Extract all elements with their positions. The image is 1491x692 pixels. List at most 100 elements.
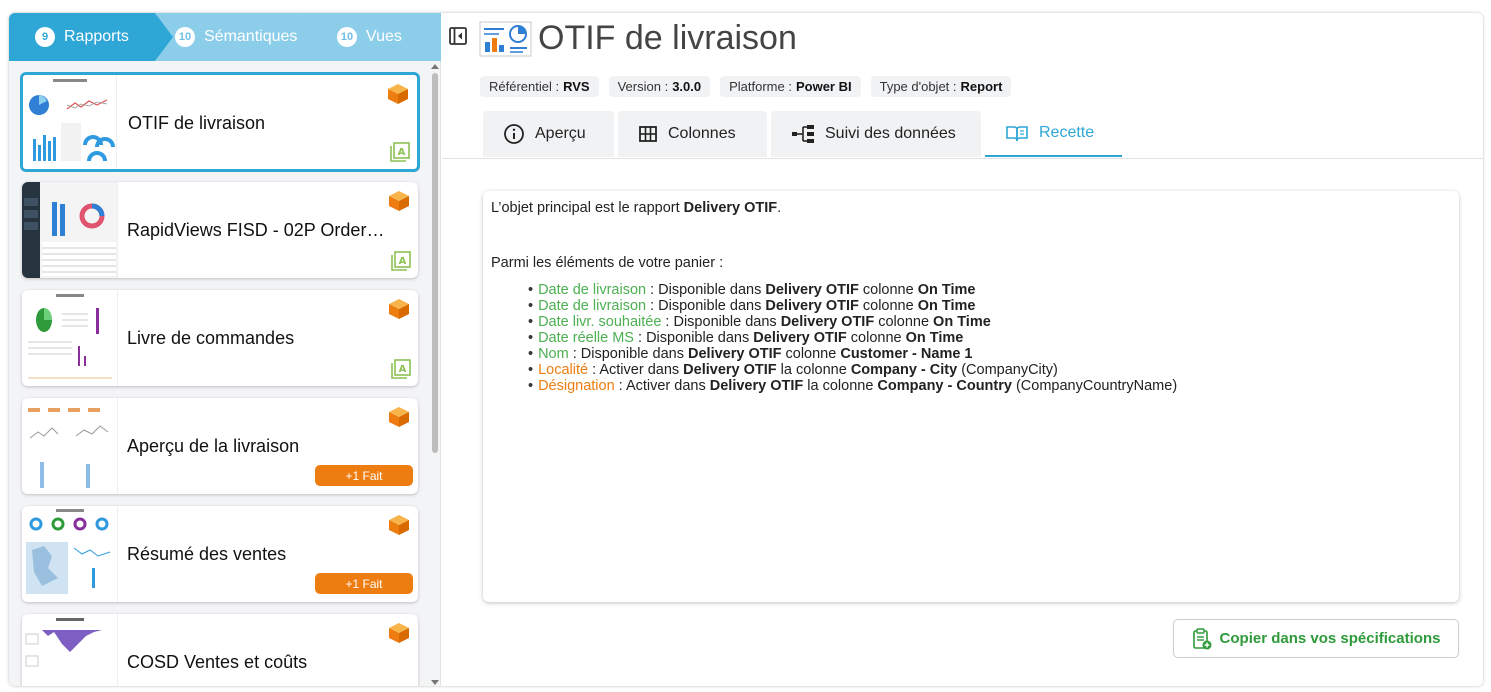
recipe-item-action: : Disponible dans [661,314,781,330]
recipe-item-object: Delivery OTIF [780,314,875,330]
chip-referentiel: Référentiel : RVS [480,76,599,97]
intro-text: L’objet principal est le rapport [491,200,684,216]
report-card-title: COSD Ventes et coûts [127,652,308,672]
step-count: 10 [337,27,357,47]
recipe-item-action: : Disponible dans [646,282,766,298]
report-card-otif[interactable]: OTIF de livraison A [20,72,420,172]
tab-bar: Aperçu Colonnes Suivi des données Recett… [483,111,1122,157]
report-card-title: Livre de commandes [127,328,295,348]
report-card-resume-ventes[interactable]: Résumé des ventes +1 Fait [22,506,418,602]
report-list: OTIF de livraison A RapidViews FISD - 02… [9,63,441,686]
recipe-item-column: On Time [933,314,991,330]
chip-label: Platforme : [729,79,792,94]
recipe-item-mid: colonne [781,346,841,362]
report-type-icon [479,21,532,57]
recipe-item-name: Date réelle MS [538,330,634,346]
cube-icon [388,84,408,104]
recipe-item-name: Nom [538,346,569,362]
chip-platforme: Platforme : Power BI [720,76,861,97]
recipe-item-column: Company - City [850,362,958,378]
recipe-item: Date réelle MS : Disponible dans Deliver… [528,330,1451,346]
tab-divider [442,158,1483,159]
app-window: 9 Rapports 10 Sémantiques 10 Vues OTIF d… [9,13,1483,686]
lineage-icon [792,125,814,143]
step-semantiques[interactable]: 10 Sémantiques [155,13,320,61]
scroll-up-icon[interactable] [431,64,439,69]
tab-apercu[interactable]: Aperçu [483,111,614,157]
report-card-title: Résumé des ventes [127,544,287,564]
page-title: OTIF de livraison [538,19,797,57]
report-thumbnail [23,75,117,169]
stepper: 9 Rapports 10 Sémantiques 10 Vues [9,13,441,61]
recipe-item-mid: colonne [858,282,918,298]
recipe-item-action: : Disponible dans [633,330,754,346]
tab-label: Colonnes [668,125,736,142]
report-thumbnail [22,290,118,386]
certified-letter: A [399,256,407,267]
certified-a-icon: A [391,359,411,379]
recipe-item-column: On Time [917,282,976,298]
step-count: 10 [175,27,195,47]
recipe-item-column: Company - Country [877,378,1012,394]
certified-letter: A [398,147,406,158]
report-card-apercu-livraison[interactable]: Aperçu de la livraison +1 Fait [22,398,418,494]
copy-to-specs-button[interactable]: Copier dans vos spécifications [1173,619,1459,658]
step-rapports[interactable]: 9 Rapports [9,13,174,61]
recipe-item-column: Customer - Name 1 [840,346,973,362]
recipe-item-mid: la colonne [803,378,878,394]
certified-a-icon: A [391,251,411,271]
catalog-panel: 9 Rapports 10 Sémantiques 10 Vues OTIF d… [9,13,441,686]
scroll-thumb[interactable] [432,73,438,453]
recipe-item-name: Date de livraison [538,282,647,298]
chip-value: Report [960,79,1003,94]
intro-suffix: . [777,200,782,216]
chip-value: Power BI [795,79,852,94]
recipe-item-action: : Disponible dans [568,346,688,362]
recipe-item-object: Delivery OTIF [683,362,777,378]
step-label: Vues [366,28,402,45]
recipe-intro: L’objet principal est le rapport Deliver… [491,200,1451,216]
report-card-rapidviews[interactable]: RapidViews FISD - 02P Order Tracking A [22,182,418,278]
report-card-title: OTIF de livraison [128,113,266,133]
chip-type-objet: Type d'objet : Report [870,76,1012,97]
recipe-item-name: Désignation [538,378,615,394]
report-card-cosd-ventes[interactable]: COSD Ventes et coûts [22,614,418,686]
chip-label: Type d'objet : [879,79,957,94]
recipe-item-column: On Time [917,298,976,314]
grid-icon [639,126,657,142]
tab-colonnes[interactable]: Colonnes [618,111,767,157]
report-card-livre-commandes[interactable]: Livre de commandes A [22,290,418,386]
intro-object: Delivery OTIF [683,200,778,216]
step-label: Rapports [64,28,129,45]
recipe-item-action: : Activer dans [588,362,684,378]
list-scrollbar[interactable] [430,63,439,686]
fait-badge[interactable]: +1 Fait [315,573,413,594]
recipe-item-object: Delivery OTIF [688,346,782,362]
recipe-item: Date de livraison : Disponible dans Deli… [528,282,1451,298]
report-card-title: Aperçu de la livraison [127,436,300,456]
clipboard-add-icon [1192,627,1212,649]
fait-badge[interactable]: +1 Fait [315,465,413,486]
scroll-down-icon[interactable] [431,680,439,685]
cube-icon [389,515,409,535]
cube-icon [389,191,409,211]
recipe-item-name: Localité [538,362,589,378]
tab-label: Suivi des données [825,125,956,142]
copy-button-label: Copier dans vos spécifications [1219,630,1441,647]
report-thumbnail [22,506,118,602]
recipe-item: Date de livraison : Disponible dans Deli… [528,298,1451,314]
chip-value: RVS [563,79,590,94]
info-icon [504,124,524,144]
step-vues[interactable]: 10 Vues [301,13,441,61]
certified-letter: A [399,364,407,375]
certified-a-icon: A [390,142,410,162]
collapse-panel-icon[interactable] [448,26,468,46]
recipe-items: Date de livraison : Disponible dans Deli… [491,282,1451,394]
cube-icon [389,623,409,643]
recipe-item-mid: colonne [858,298,918,314]
step-label: Sémantiques [204,28,298,45]
recipe-item-name: Date livr. souhaitée [538,314,662,330]
tab-recette[interactable]: Recette [985,111,1122,157]
recipe-item-column: On Time [905,330,964,346]
tab-suivi-donnees[interactable]: Suivi des données [771,111,981,157]
